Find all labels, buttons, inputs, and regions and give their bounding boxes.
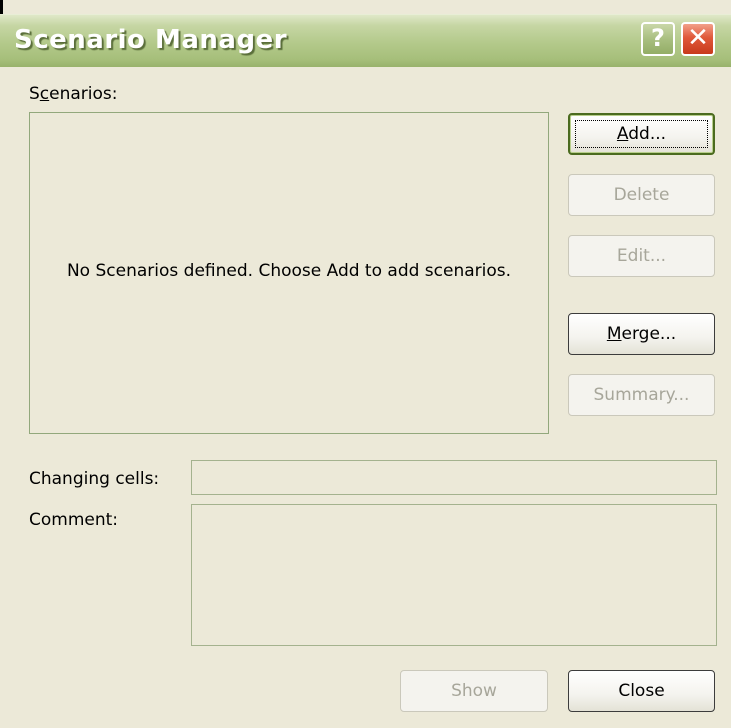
merge-button-mnemonic: M [606, 324, 622, 344]
title-bar[interactable]: Scenario Manager ? ✕ [0, 14, 731, 67]
merge-button-rest: erge... [621, 324, 677, 344]
summary-button[interactable]: Summary... [568, 374, 715, 416]
changing-cells-label: Changing cells: [29, 469, 160, 489]
edit-button-label: Edit... [616, 246, 667, 266]
scenarios-label-prefix: S [29, 84, 40, 104]
delete-button[interactable]: Delete [568, 174, 715, 216]
comment-field[interactable] [191, 504, 717, 646]
close-button-label: Close [618, 681, 665, 701]
window-corner-mark [0, 0, 3, 14]
close-button[interactable]: Close [568, 670, 715, 712]
close-window-button[interactable]: ✕ [681, 22, 715, 56]
edit-button[interactable]: Edit... [568, 235, 715, 277]
scenarios-label-suffix: enarios: [49, 84, 118, 104]
dialog-title: Scenario Manager [14, 25, 288, 55]
help-icon: ? [651, 24, 665, 52]
scenarios-list[interactable]: No Scenarios defined. Choose Add to add … [29, 112, 549, 434]
add-button[interactable]: Add... [568, 113, 715, 155]
help-button[interactable]: ? [641, 22, 675, 56]
add-button-mnemonic: A [616, 124, 629, 144]
show-button-label: Show [451, 681, 497, 701]
show-button[interactable]: Show [400, 670, 548, 712]
changing-cells-field[interactable] [191, 460, 717, 495]
add-button-label: Add... [617, 124, 666, 144]
delete-button-label: Delete [613, 185, 670, 205]
add-button-rest: dd... [628, 124, 667, 144]
merge-button[interactable]: Merge... [568, 313, 715, 355]
merge-button-label: Merge... [607, 324, 676, 344]
scenarios-label-mnemonic: c [39, 84, 50, 104]
comment-label: Comment: [29, 510, 119, 530]
empty-scenarios-message: No Scenarios defined. Choose Add to add … [66, 261, 512, 281]
scenario-manager-dialog: Scenario Manager ? ✕ Scenarios: No Scena… [0, 0, 731, 728]
scenarios-label: Scenarios: [29, 84, 118, 104]
summary-button-label: Summary... [593, 385, 690, 405]
close-icon: ✕ [687, 23, 709, 53]
